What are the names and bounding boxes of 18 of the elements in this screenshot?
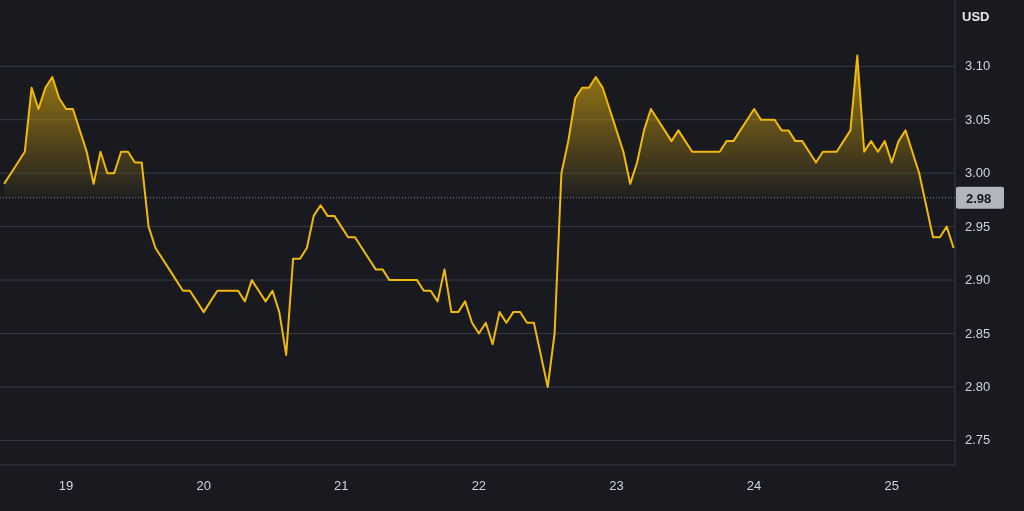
y-axis-label: 2.90 bbox=[965, 272, 991, 288]
last-price-badge: 2.98 bbox=[956, 186, 1004, 209]
currency-label: USD bbox=[962, 9, 990, 24]
y-axis-label: 3.05 bbox=[965, 111, 991, 127]
y-axis-label: 2.80 bbox=[965, 378, 991, 394]
x-axis-label: 19 bbox=[58, 478, 74, 493]
y-axis-label: 2.95 bbox=[965, 218, 991, 234]
y-axis-label: 3.00 bbox=[965, 165, 991, 181]
y-axis-label: 2.85 bbox=[965, 325, 991, 341]
y-axis-label: 3.10 bbox=[965, 58, 991, 74]
x-axis-label: 21 bbox=[334, 478, 349, 493]
x-axis-label: 20 bbox=[196, 478, 211, 493]
x-axis-label: 22 bbox=[471, 478, 487, 493]
ref-line-label: 2.98 bbox=[966, 190, 992, 206]
x-axis-label: 24 bbox=[746, 478, 762, 493]
y-axis-label: 2.75 bbox=[965, 432, 991, 448]
x-axis-label: 23 bbox=[609, 478, 624, 493]
x-axis-label: 25 bbox=[884, 478, 899, 493]
